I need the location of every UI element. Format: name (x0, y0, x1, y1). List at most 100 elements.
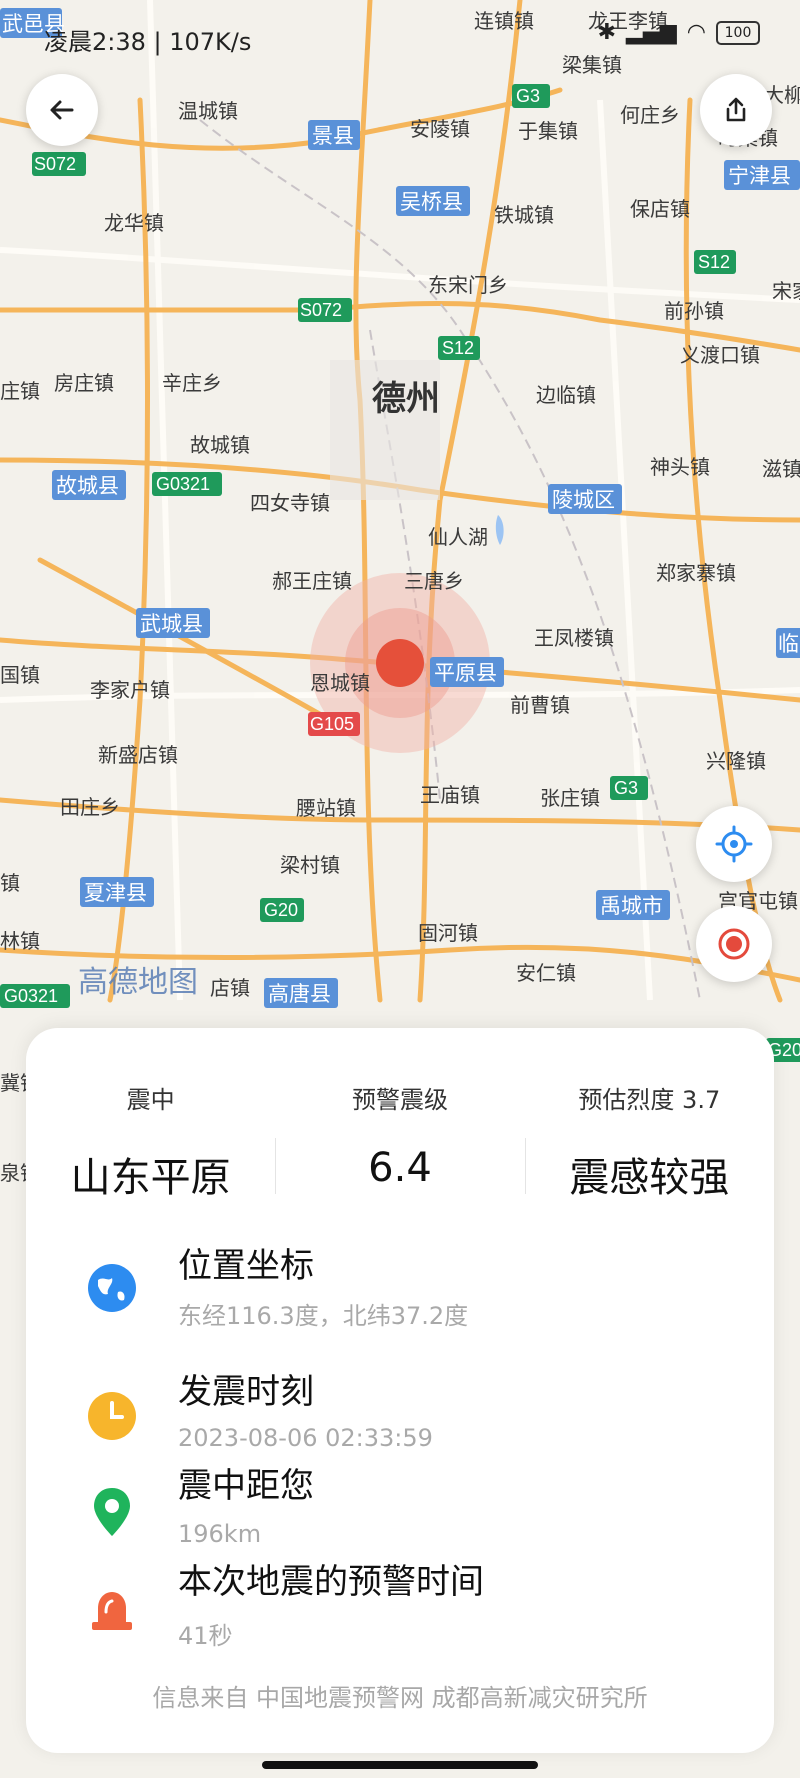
road-label: G20 (264, 900, 298, 920)
road-label: G3 (614, 778, 638, 798)
place-label: 义渡口镇 (680, 344, 760, 367)
detail-row-warning-time: 本次地震的预警时间 41秒 (26, 1542, 774, 1652)
road-label: G3 (516, 86, 540, 106)
county-label: 平原县 (434, 662, 497, 685)
road-label: G0321 (156, 474, 210, 494)
magnitude-label: 预警震级 (351, 1086, 448, 1114)
status-bar: 凌晨2:38 | 107K/s ✱ ▂▄▆ ◠ 100 (0, 0, 800, 70)
place-label: 铁城镇 (494, 204, 554, 227)
detail-row-distance: 震中距您 196km (26, 1446, 774, 1556)
status-icons: ✱ ▂▄▆ ◠ 100 (598, 20, 760, 45)
detail-subtitle: 东经116.3度，北纬37.2度 (178, 1302, 469, 1330)
place-label: 三唐乡 (404, 570, 464, 593)
place-label: 于集镇 (518, 120, 578, 143)
back-arrow-icon (50, 100, 74, 120)
source-footer: 信息来自 中国地震预警网 成都高新减灾研究所 (152, 1684, 648, 1712)
place-label: 故城镇 (190, 434, 250, 457)
place-label: 王凤楼镇 (534, 627, 614, 650)
intensity-summary: 预估烈度 3.7 震感较强 (524, 1068, 774, 1208)
map-watermark: 高德地图 (78, 966, 198, 999)
share-button[interactable] (700, 74, 772, 146)
detail-title: 发震时刻 (178, 1372, 314, 1412)
place-label: 四女寺镇 (250, 492, 330, 515)
battery-icon: 100 (716, 20, 760, 45)
clock-icon (88, 1392, 136, 1440)
place-label: 郑家寨镇 (656, 562, 736, 585)
signal-icon: ▂▄▆ (626, 20, 677, 45)
wifi-icon: ◠ (686, 20, 706, 45)
epicenter-value: 山东平原 (70, 1155, 231, 1201)
county-label: 禹城市 (600, 895, 663, 918)
county-label: 故城县 (56, 475, 119, 498)
place-label: 郝王庄镇 (272, 570, 352, 593)
target-icon (718, 928, 750, 960)
place-label: 前曹镇 (510, 694, 570, 717)
city-label: 德州 (372, 380, 440, 418)
county-label: 陵城区 (552, 489, 615, 512)
status-time: 凌晨2:38 | 107K/s (44, 28, 252, 56)
epicenter-summary: 震中 山东平原 (26, 1068, 275, 1208)
globe-icon (88, 1264, 136, 1312)
place-label: 前孙镇 (664, 300, 724, 323)
detail-subtitle: 41秒 (178, 1622, 233, 1650)
road-label: S12 (442, 338, 474, 358)
place-label: 庄镇 (0, 380, 40, 403)
magnitude-value: 6.4 (368, 1145, 432, 1191)
road-label: S072 (300, 300, 342, 320)
county-label: 武城县 (140, 613, 203, 636)
earthquake-info-card: 震中 山东平原 预警震级 6.4 预估烈度 3.7 震感较强 位置坐标 东经11… (26, 1028, 774, 1753)
locate-me-button[interactable] (696, 806, 772, 882)
place-label: 店镇 (210, 977, 250, 1000)
place-label: 保店镇 (630, 198, 690, 221)
place-label: 镇 (0, 872, 20, 895)
road-label: S12 (698, 252, 730, 272)
place-label: 边临镇 (536, 384, 596, 407)
road-label: G105 (310, 714, 354, 734)
place-label: 兴隆镇 (706, 750, 766, 773)
place-label: 李家户镇 (90, 679, 170, 702)
place-label: 何庄乡 (620, 104, 680, 127)
place-label: 张庄镇 (540, 787, 600, 810)
place-label: 宋家 (772, 280, 800, 303)
county-label: 吴桥县 (400, 191, 463, 214)
county-label: 高唐县 (268, 983, 331, 1006)
place-label: 新盛店镇 (98, 744, 178, 767)
detail-title: 震中距您 (178, 1466, 314, 1506)
crosshair-icon (715, 825, 753, 863)
magnitude-summary: 预警震级 6.4 (275, 1068, 524, 1208)
county-label: 临 (778, 633, 799, 656)
home-indicator[interactable] (262, 1761, 538, 1769)
place-label: 辛庄乡 (162, 372, 222, 395)
county-label: 宁津县 (728, 165, 791, 188)
back-button[interactable] (26, 74, 98, 146)
place-label: 腰站镇 (296, 797, 356, 820)
place-label: 龙华镇 (104, 212, 164, 235)
location-pin-icon (94, 1488, 130, 1536)
share-icon (726, 97, 746, 122)
place-label: 神头镇 (650, 456, 710, 479)
place-label: 滋镇 (762, 458, 800, 481)
intensity-label: 预估烈度 3.7 (578, 1086, 721, 1114)
detail-row-location: 位置坐标 东经116.3度，北纬37.2度 (26, 1218, 774, 1330)
county-label: 夏津县 (84, 882, 147, 905)
summary-row: 震中 山东平原 预警震级 6.4 预估烈度 3.7 震感较强 (26, 1068, 774, 1208)
epicenter-button[interactable] (696, 906, 772, 982)
road-label: S072 (34, 154, 76, 174)
place-label: 温城镇 (178, 100, 238, 123)
place-label: 东宋门乡 (428, 274, 508, 297)
place-label: 固河镇 (418, 922, 478, 945)
detail-title: 本次地震的预警时间 (178, 1562, 484, 1602)
place-label: 安陵镇 (410, 118, 470, 141)
place-label: 田庄乡 (60, 796, 120, 819)
bluetooth-icon: ✱ (597, 20, 617, 45)
detail-title: 位置坐标 (178, 1246, 314, 1286)
place-label: 仙人湖 (428, 526, 488, 549)
place-label: 林镇 (0, 930, 40, 953)
place-label: 恩城镇 (310, 672, 370, 695)
place-label: 梁村镇 (280, 854, 340, 877)
county-label: 景县 (312, 125, 354, 148)
alarm-light-icon (92, 1592, 132, 1630)
place-label: 国镇 (0, 664, 40, 687)
road-label: G0321 (4, 986, 58, 1006)
place-label: 安仁镇 (516, 962, 576, 985)
